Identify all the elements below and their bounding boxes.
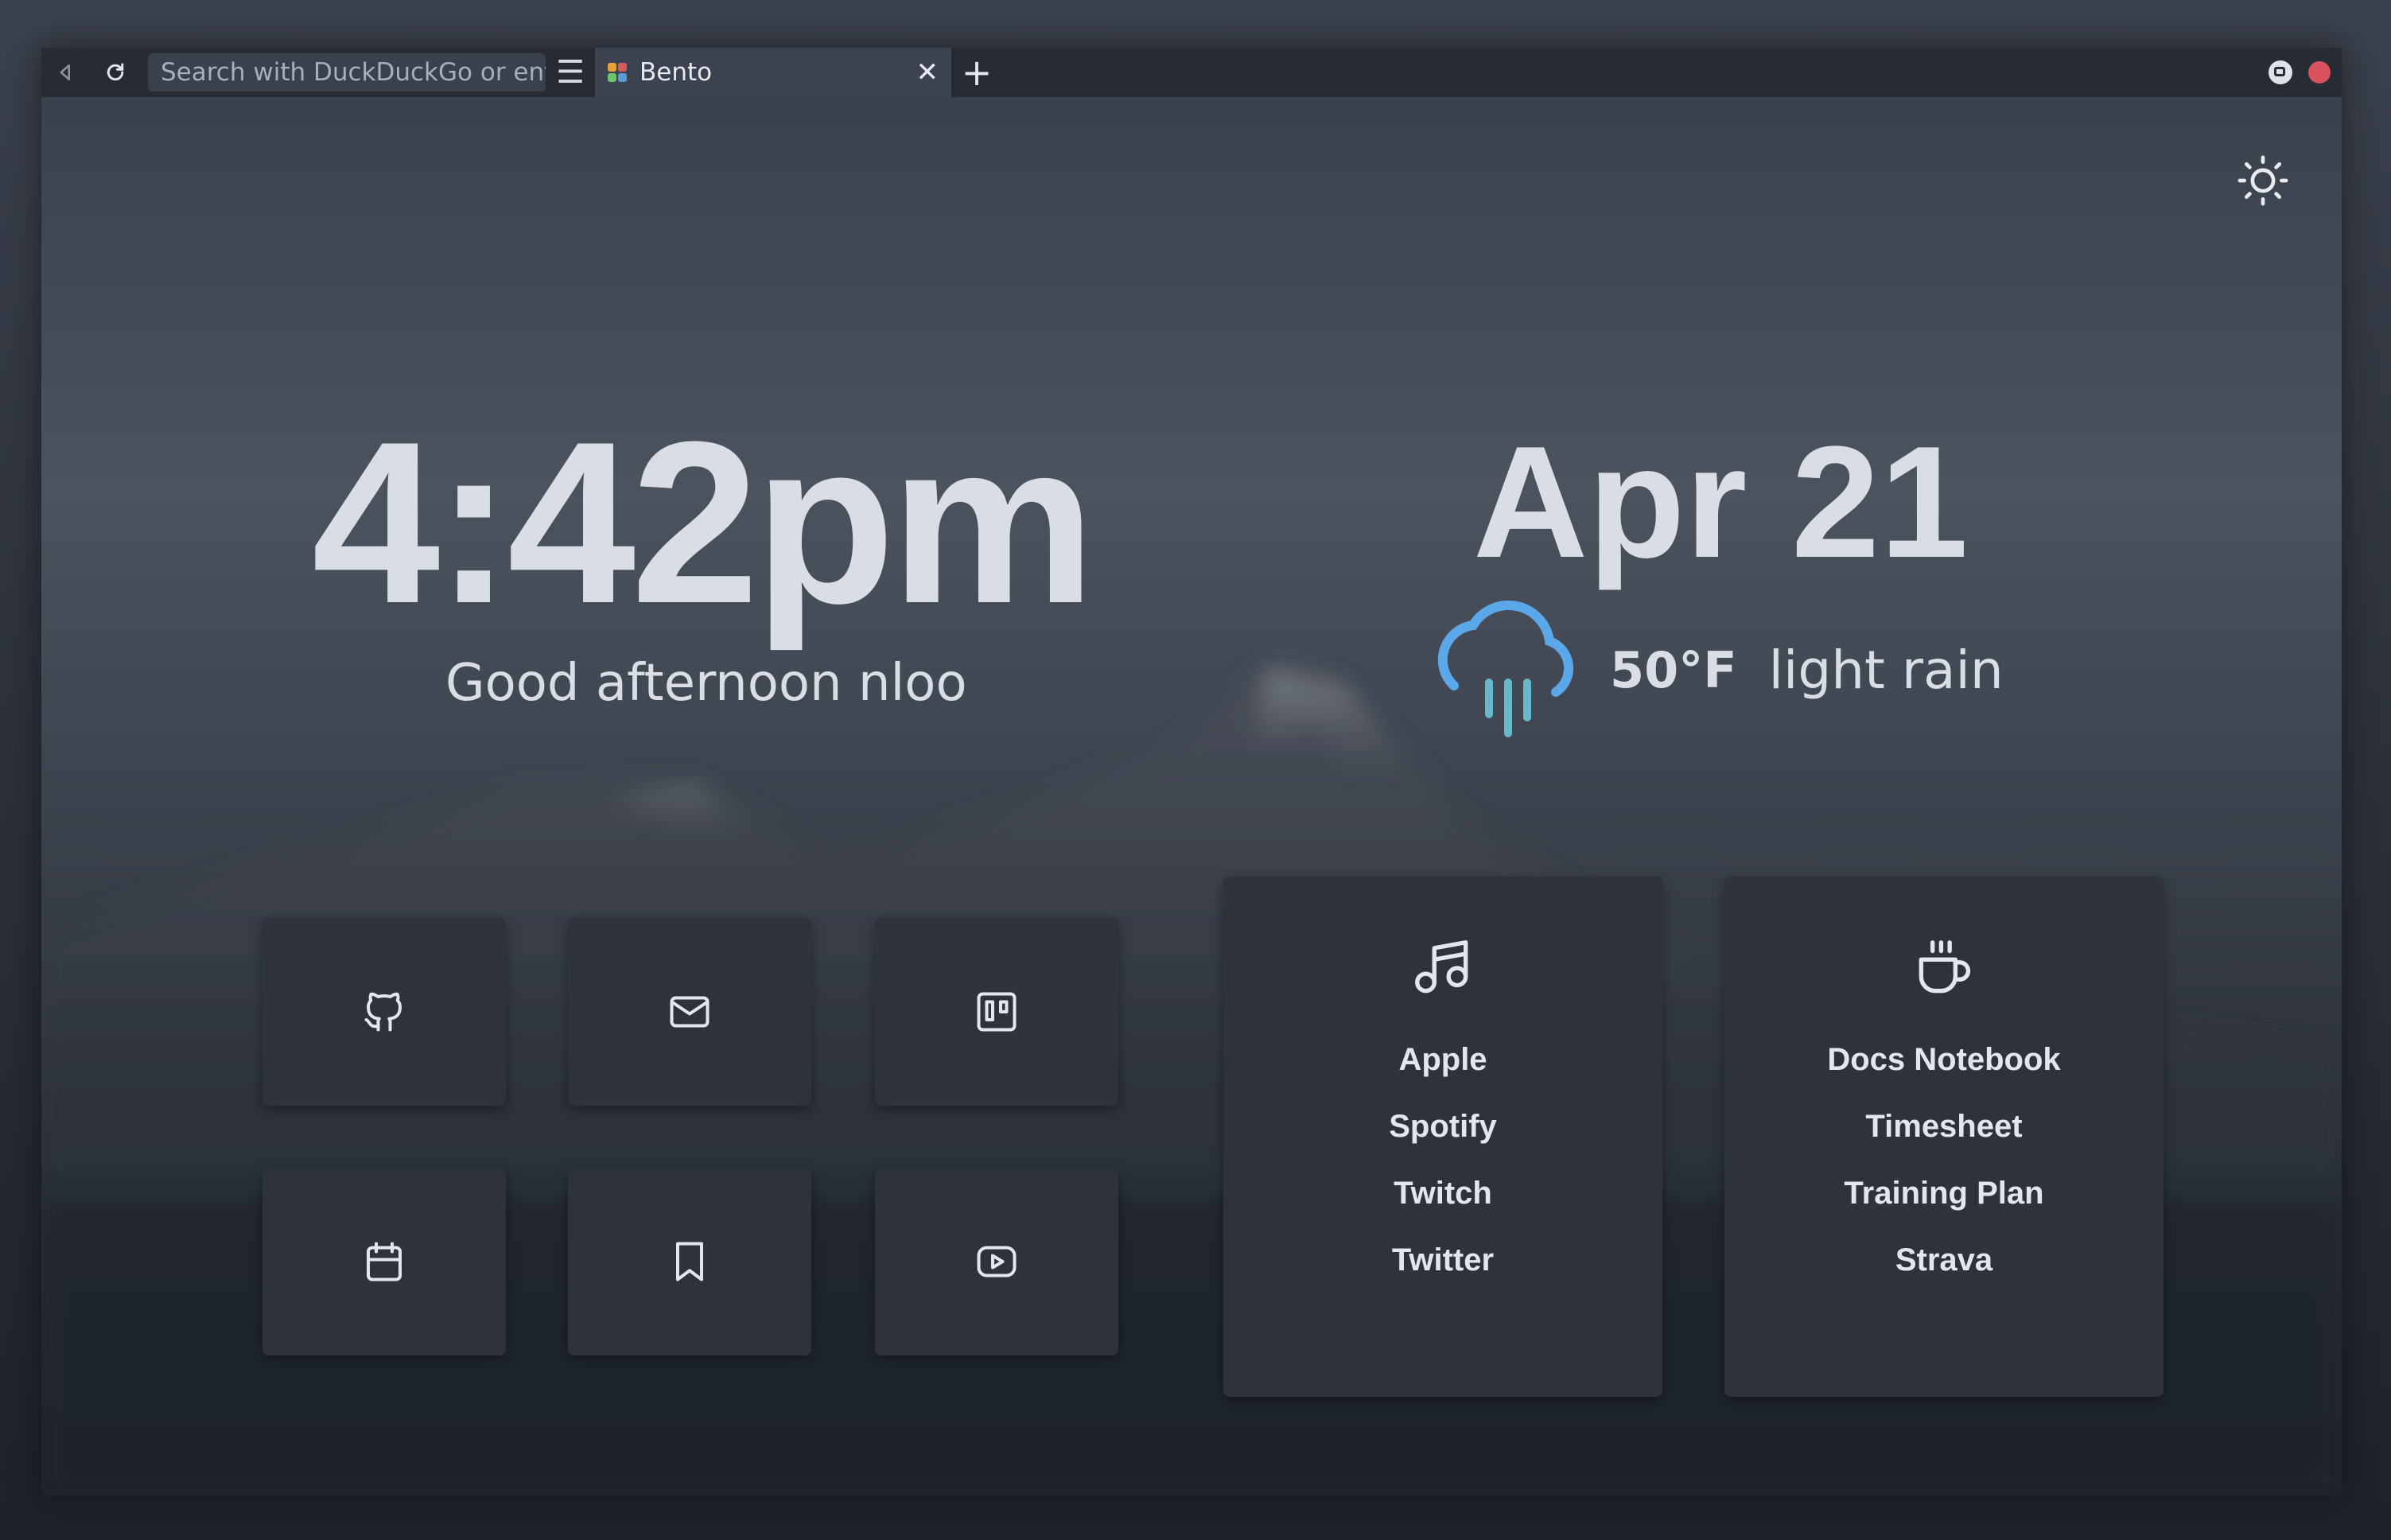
tabs-menu-button[interactable]: ☰ [546, 48, 595, 97]
link-twitch[interactable]: Twitch [1394, 1160, 1492, 1227]
trello-icon [977, 992, 1017, 1032]
mail-icon [670, 996, 710, 1028]
bento-favicon-icon [608, 63, 627, 82]
calendar-link-tile[interactable] [262, 1168, 506, 1355]
bookmark-icon [676, 1242, 703, 1281]
date-text: Apr 21 [1473, 414, 1969, 591]
tab-bento[interactable]: Bento ✕ [595, 48, 951, 97]
reload-icon [107, 63, 124, 81]
picture-in-picture-icon[interactable] [2269, 60, 2292, 84]
music-icon [1415, 940, 1468, 994]
link-training-plan[interactable]: Training Plan [1844, 1160, 2043, 1227]
link-apple[interactable]: Apple [1398, 1026, 1487, 1093]
link-twitter[interactable]: Twitter [1392, 1227, 1494, 1293]
link-strava[interactable]: Strava [1895, 1227, 1992, 1293]
bookmark-link-tile[interactable] [568, 1168, 811, 1355]
coffee-icon [1919, 940, 1971, 994]
rain-cloud-icon [1437, 600, 1574, 737]
new-tab-button[interactable]: + [951, 48, 1002, 97]
clock-time: 4:42pm [312, 394, 1095, 651]
back-arrow-icon [60, 64, 70, 80]
work-links-card: Docs Notebook Timesheet Training Plan St… [1724, 877, 2164, 1397]
bento-startpage: 4:42pm Good afternoon nloo Apr 21 50°F l… [41, 97, 2342, 1495]
greeting-text: Good afternoon nloo [445, 654, 967, 713]
hamburger-icon: ☰ [556, 54, 585, 91]
music-links-card: Apple Spotify Twitch Twitter [1223, 877, 1662, 1397]
calendar-icon [367, 1242, 402, 1281]
browser-window: Search with DuckDuckGo or enter address … [41, 48, 2342, 1495]
weather-condition: light rain [1768, 639, 2004, 701]
link-docs-notebook[interactable]: Docs Notebook [1827, 1026, 2060, 1093]
weather-widget: 50°F light rain [1425, 590, 2004, 749]
mail-link-tile[interactable] [568, 918, 811, 1106]
github-link-tile[interactable] [262, 918, 506, 1106]
trello-link-tile[interactable] [875, 918, 1118, 1106]
tab-title: Bento [640, 58, 713, 87]
back-button[interactable] [41, 48, 91, 97]
browser-toolbar: Search with DuckDuckGo or enter address … [41, 48, 2342, 97]
url-input[interactable]: Search with DuckDuckGo or enter address [148, 53, 546, 91]
close-window-dot-icon[interactable] [2308, 61, 2331, 84]
youtube-link-tile[interactable] [875, 1168, 1118, 1355]
weather-temperature: 50°F [1610, 640, 1737, 699]
link-spotify[interactable]: Spotify [1389, 1093, 1497, 1160]
github-icon [364, 992, 402, 1032]
window-controls [2269, 60, 2331, 84]
link-timesheet[interactable]: Timesheet [1865, 1093, 2022, 1160]
plus-icon: + [961, 51, 993, 94]
tab-close-button[interactable]: ✕ [916, 56, 939, 88]
reload-button[interactable] [91, 48, 140, 97]
youtube-icon [977, 1246, 1017, 1278]
theme-toggle-button[interactable] [2235, 153, 2291, 208]
sun-icon [2237, 155, 2288, 206]
